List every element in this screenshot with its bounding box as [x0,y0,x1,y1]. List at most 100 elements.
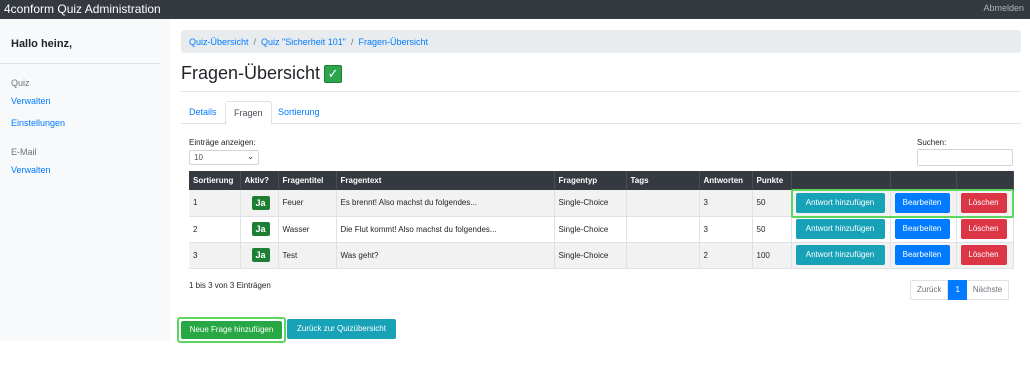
page-title-row: Fragen-Übersicht ✓ [181,63,343,84]
app-title[interactable]: 4conform Quiz Administration [4,2,161,16]
cell-action-edit: Bearbeiten [890,190,957,217]
active-badge: Ja [251,222,270,236]
breadcrumb-item-quiz-overview[interactable]: Quiz-Übersicht [189,37,249,47]
column-header-fragentext[interactable]: Fragentext [336,171,555,190]
search-label: Suchen: [917,138,947,147]
check-mark-icon: ✓ [324,65,343,83]
search-input[interactable] [917,149,1013,166]
sidebar-link-email-verwalten[interactable]: Verwalten [11,165,51,175]
table-row: 3 Ja Test Was geht? Single-Choice 2 100 … [189,242,1014,269]
column-header-tags[interactable]: Tags [626,171,700,190]
cell-text: Die Flut kommt! Also machst du folgendes… [336,216,555,243]
cell-typ: Single-Choice [554,242,627,269]
length-label: Einträge anzeigen: [189,138,256,147]
cell-punkte: 100 [752,242,792,269]
tab-fragen[interactable]: Fragen [225,101,272,125]
tab-sortierung[interactable]: Sortierung [270,101,328,124]
edit-button[interactable]: Bearbeiten [894,245,950,265]
breadcrumb: Quiz-Übersicht / Quiz "Sicherheit 101" / Fra… [181,30,1021,53]
pagination: Zurück 1 Nächste [910,280,1010,300]
cell-punkte: 50 [752,190,792,217]
add-answer-button[interactable]: Antwort hinzufügen [795,219,885,239]
cell-titel: Wasser [278,216,337,243]
top-navbar: 4conform Quiz Administration Abmelden [0,0,1030,19]
cell-aktiv: Ja [240,216,279,243]
cell-tags [626,242,700,269]
cell-action-delete: Löschen [956,242,1014,269]
breadcrumb-separator: / [253,37,257,47]
column-header-fragentyp[interactable]: Fragentyp [554,171,627,190]
cell-action-add: Antwort hinzufügen [791,242,891,269]
cell-sortierung: 3 [189,242,241,269]
cell-tags [626,190,700,217]
delete-button[interactable]: Löschen [960,192,1007,213]
pagination-prev[interactable]: Zurück [910,280,949,300]
tab-details[interactable]: Details [181,101,225,124]
cell-sortierung: 2 [189,216,241,243]
column-header-action-delete [956,171,1014,190]
greeting: Hallo heinz, [11,38,73,50]
cell-action-delete: Löschen [956,190,1014,217]
delete-button[interactable]: Löschen [960,219,1007,239]
table-info: 1 bis 3 von 3 Einträgen [189,281,271,290]
breadcrumb-item-quiz[interactable]: Quiz "Sicherheit 101" [261,37,346,47]
back-to-quiz-overview-button[interactable]: Zurück zur Quizübersicht [287,319,396,339]
pagination-next[interactable]: Nächste [966,280,1010,300]
page-title: Fragen-Übersicht [181,63,321,83]
sidebar: Hallo heinz, Quiz Verwalten Einstellunge… [0,19,170,341]
cell-action-add: Antwort hinzufügen [791,190,891,217]
new-question-button[interactable]: Neue Frage hinzufügen [181,321,282,339]
breadcrumb-separator: / [350,37,354,47]
delete-button[interactable]: Löschen [960,245,1007,265]
cell-titel: Test [278,242,337,269]
cell-text: Was geht? [336,242,555,269]
edit-button[interactable]: Bearbeiten [894,192,950,213]
add-answer-button[interactable]: Antwort hinzufügen [795,192,885,213]
length-select[interactable]: 10 ⌄ [189,150,259,165]
questions-table: Sortierung Aktiv? Fragentitel Fragentext… [189,171,1014,269]
tab-bar: Details Fragen Sortierung [181,101,1021,125]
logout-link[interactable]: Abmelden [983,3,1024,13]
column-header-fragentitel[interactable]: Fragentitel [278,171,337,190]
table-row: 2 Ja Wasser Die Flut kommt! Also machst … [189,216,1014,243]
cell-tags [626,216,700,243]
active-badge: Ja [251,248,270,262]
cell-action-delete: Löschen [956,216,1014,243]
cell-typ: Single-Choice [554,190,627,217]
add-answer-button[interactable]: Antwort hinzufügen [795,245,885,265]
cell-text: Es brennt! Also machst du folgendes... [336,190,555,217]
cell-titel: Feuer [278,190,337,217]
active-badge: Ja [251,195,270,210]
column-header-action-edit [890,171,957,190]
cell-aktiv: Ja [240,190,279,217]
column-header-sortierung[interactable]: Sortierung [189,171,241,190]
cell-sortierung: 1 [189,190,241,217]
sidebar-heading-email: E-Mail [11,147,37,157]
sidebar-heading-quiz: Quiz [11,78,30,88]
cell-antworten: 2 [699,242,753,269]
cell-antworten: 3 [699,216,753,243]
cell-typ: Single-Choice [554,216,627,243]
cell-action-add: Antwort hinzufügen [791,216,891,243]
title-divider [181,91,1021,92]
length-select-value: 10 [194,153,203,162]
column-header-punkte[interactable]: Punkte [752,171,792,190]
table-header-row: Sortierung Aktiv? Fragentitel Fragentext… [189,171,1014,190]
column-header-action-add [791,171,891,190]
cell-punkte: 50 [752,216,792,243]
table-row: 1 Ja Feuer Es brennt! Also machst du fol… [189,190,1014,217]
cell-antworten: 3 [699,190,753,217]
column-header-aktiv[interactable]: Aktiv? [240,171,279,190]
breadcrumb-item-questions[interactable]: Fragen-Übersicht [358,37,428,47]
cell-action-edit: Bearbeiten [890,216,957,243]
sidebar-link-quiz-verwalten[interactable]: Verwalten [11,96,51,106]
cell-action-edit: Bearbeiten [890,242,957,269]
new-question-highlight: Neue Frage hinzufügen [177,317,286,343]
sidebar-link-quiz-einstellungen[interactable]: Einstellungen [11,118,65,128]
pagination-page-current[interactable]: 1 [948,280,967,300]
chevron-down-icon: ⌄ [247,152,254,161]
cell-aktiv: Ja [240,242,279,269]
sidebar-divider [0,63,160,64]
edit-button[interactable]: Bearbeiten [894,219,950,239]
column-header-antworten[interactable]: Antworten [699,171,753,190]
